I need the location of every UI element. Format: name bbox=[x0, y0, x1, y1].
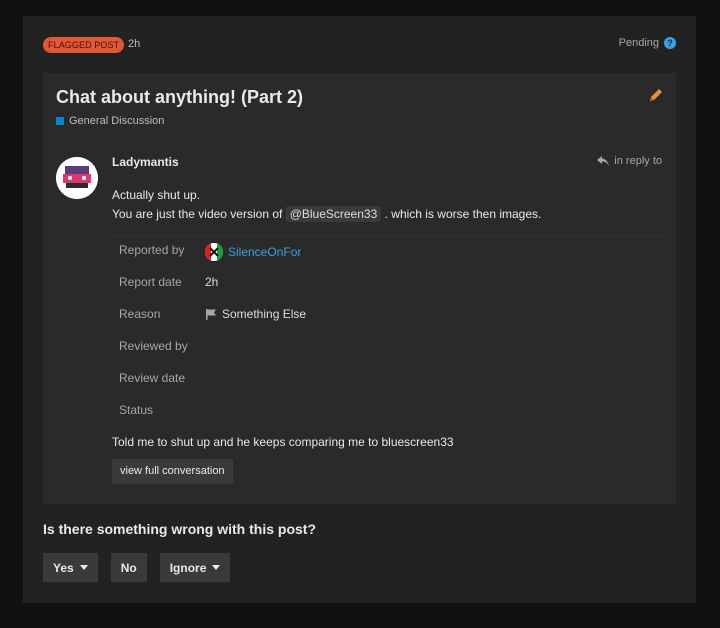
reply-arrow-icon bbox=[597, 156, 610, 166]
view-conversation-button[interactable]: view full conversation bbox=[112, 459, 233, 484]
report-date-label: Report date bbox=[119, 275, 182, 289]
ignore-label: Ignore bbox=[169, 560, 207, 575]
post-line-2: You are just the video version of @BlueS… bbox=[112, 205, 652, 224]
reason-value: Something Else bbox=[205, 307, 306, 321]
no-button[interactable]: No bbox=[110, 553, 147, 582]
review-date-row: Review date bbox=[119, 371, 659, 403]
category-badge[interactable]: General Discussion bbox=[56, 115, 164, 127]
divider bbox=[112, 235, 662, 236]
reason-row: Reason Something Else bbox=[119, 307, 659, 339]
reviewed-by-label: Reviewed by bbox=[119, 339, 188, 353]
reporter-username[interactable]: SilenceOnFor bbox=[228, 245, 301, 259]
flagged-post-badge: FLAGGED POST bbox=[43, 37, 125, 53]
reason-label: Reason bbox=[119, 307, 161, 321]
review-header: FLAGGED POST 2h Pending ? bbox=[43, 37, 676, 53]
status-text: Pending bbox=[618, 37, 659, 49]
report-date-value: 2h bbox=[205, 275, 219, 289]
user-mention[interactable]: @BlueScreen33 bbox=[285, 206, 382, 222]
status-row: Status bbox=[119, 403, 659, 435]
reporter-avatar[interactable] bbox=[205, 243, 223, 261]
post-line-1: Actually shut up. bbox=[112, 188, 201, 202]
review-status: Pending ? bbox=[619, 37, 676, 49]
ignore-dropdown-button[interactable]: Ignore bbox=[159, 553, 231, 582]
flag-message: Told me to shut up and he keeps comparin… bbox=[112, 435, 454, 449]
no-label: No bbox=[120, 560, 137, 575]
reason-text: Something Else bbox=[222, 307, 307, 321]
reported-by-label: Reported by bbox=[119, 243, 185, 257]
post-body: Actually shut up. You are just the video… bbox=[112, 186, 652, 224]
flag-icon bbox=[206, 309, 216, 320]
yes-label: Yes bbox=[53, 560, 74, 575]
review-question: Is there something wrong with this post? bbox=[43, 521, 317, 537]
pencil-icon[interactable] bbox=[648, 87, 664, 103]
reply-to-link[interactable]: in reply to bbox=[597, 155, 662, 167]
avatar[interactable] bbox=[56, 157, 98, 199]
report-details: Reported by SilenceOnFor Report date 2h … bbox=[119, 243, 659, 435]
post-container: Chat about anything! (Part 2) General Di… bbox=[43, 73, 676, 504]
category-name: General Discussion bbox=[69, 115, 165, 127]
post-line-2-start: You are just the video version of bbox=[112, 207, 283, 221]
question-circle-icon[interactable]: ? bbox=[664, 37, 676, 49]
reporter-value: SilenceOnFor bbox=[205, 243, 301, 261]
review-card: FLAGGED POST 2h Pending ? Chat about any… bbox=[23, 16, 696, 603]
review-date-label: Review date bbox=[119, 371, 186, 385]
report-date-row: Report date 2h bbox=[119, 275, 659, 307]
reply-to-label: in reply to bbox=[614, 155, 662, 167]
category-color-square bbox=[56, 117, 64, 125]
review-age: 2h bbox=[128, 38, 141, 50]
yes-dropdown-button[interactable]: Yes bbox=[43, 553, 98, 582]
caret-down-icon bbox=[79, 565, 88, 570]
topic-title[interactable]: Chat about anything! (Part 2) bbox=[56, 87, 303, 108]
post-line-2-end: . which is worse then images. bbox=[384, 207, 542, 221]
caret-down-icon bbox=[212, 565, 221, 570]
review-actions: Yes No Ignore bbox=[43, 553, 231, 582]
status-label: Status bbox=[119, 403, 154, 417]
reviewed-by-row: Reviewed by bbox=[119, 339, 659, 371]
post-author[interactable]: Ladymantis bbox=[112, 155, 179, 169]
reported-by-row: Reported by SilenceOnFor bbox=[119, 243, 659, 275]
